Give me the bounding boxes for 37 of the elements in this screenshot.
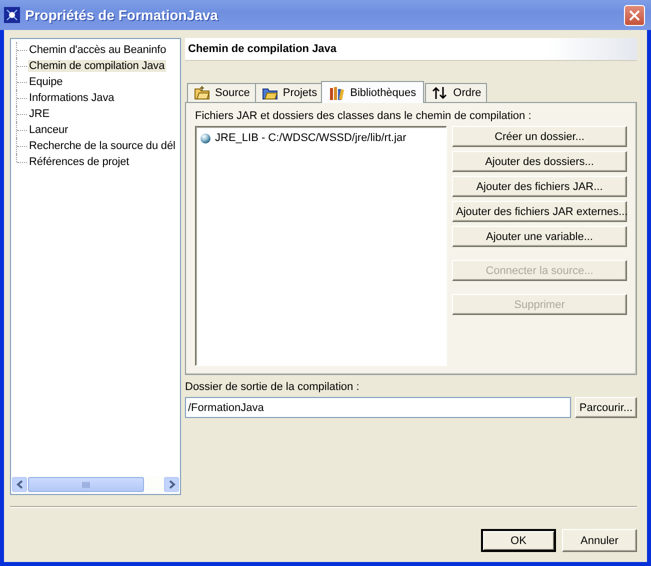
action-button[interactable]: Ajouter des fichiers JAR... [452,176,627,197]
window-title: Propriétés de FormationJava [25,7,219,23]
output-label: Dossier de sortie de la compilation : [185,381,360,393]
action-button[interactable]: Ajouter des dossiers... [452,151,627,172]
books-icon [329,84,346,100]
app-icon [4,7,20,23]
close-icon [628,8,641,22]
page-title: Chemin de compilation Java [185,38,637,61]
folder-icon [194,85,210,101]
sort-arrows-icon [432,85,448,101]
tree-item[interactable]: Chemin d'accès au Beaninfo [28,44,168,56]
tree-item[interactable]: Equipe [28,76,64,88]
tab[interactable]: Bibliothèques [321,81,424,103]
horizontal-scrollbar[interactable] [12,476,179,493]
close-button[interactable] [624,4,645,26]
library-entry[interactable]: JRE_LIB - C:/WDSC/WSSD/jre/lib/rt.jar [215,132,406,144]
cancel-button[interactable]: Annuler [562,529,637,552]
action-button[interactable]: Ajouter une variable... [452,226,627,247]
tree-item[interactable]: Informations Java [28,92,116,104]
ok-button[interactable]: OK [481,529,556,552]
tree-item[interactable]: Recherche de la source du dél [28,140,176,152]
tab[interactable]: Projets [254,83,324,102]
grip-icon [82,480,90,488]
library-list[interactable]: JRE_LIB - C:/WDSC/WSSD/jre/lib/rt.jar [195,126,447,366]
browse-button[interactable]: Parcourir... [575,397,637,418]
tree-item[interactable]: JRE [28,108,50,120]
scroll-thumb[interactable] [28,477,144,492]
tab[interactable]: Ordre [425,83,488,102]
sphere-icon [200,132,211,144]
output-folder-field[interactable]: /FormationJava [185,397,571,418]
list-caption: Fichiers JAR et dossiers des classes dans le chemin de compilation : [195,110,532,122]
tree-item[interactable]: Chemin de compilation Java [28,60,166,72]
action-button[interactable]: Ajouter des fichiers JAR externes... [452,201,627,222]
tab[interactable]: Source [187,83,256,102]
tree-item[interactable]: Lanceur [28,124,70,136]
tree-item[interactable]: Références de projet [28,156,130,168]
action-button[interactable]: Créer un dossier... [452,126,627,147]
